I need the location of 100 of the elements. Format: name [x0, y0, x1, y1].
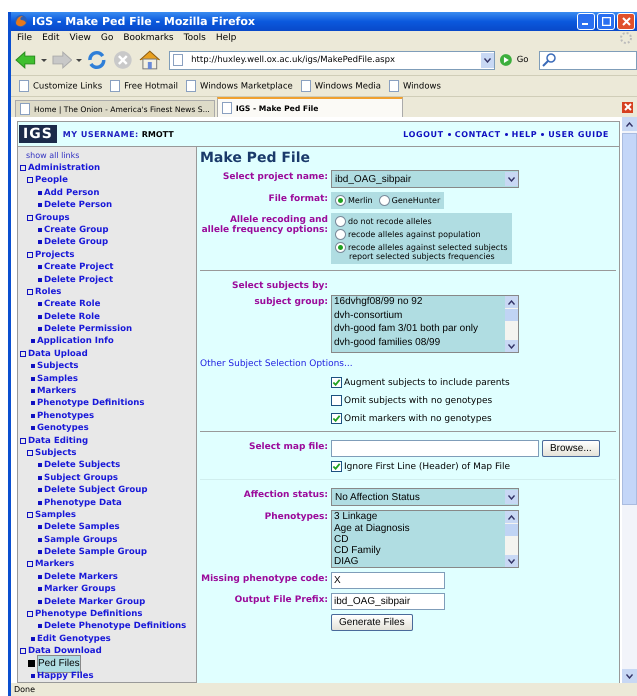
sidebar-item[interactable]: Phenotype Definitions: [35, 609, 143, 620]
sidebar-item[interactable]: Delete Marker Group: [44, 596, 146, 607]
generate-button[interactable]: Generate Files: [331, 614, 413, 632]
chevron-down-icon[interactable]: [508, 558, 515, 564]
menu-item[interactable]: Help: [216, 33, 236, 44]
sidebar-item[interactable]: Delete Subjects: [44, 460, 120, 470]
collapse-icon[interactable]: [27, 214, 33, 221]
sidebar-item[interactable]: Delete Markers: [44, 572, 118, 582]
go-icon[interactable]: [498, 53, 513, 68]
input-field[interactable]: X: [331, 572, 445, 590]
collapse-icon[interactable]: [27, 512, 33, 518]
list-item[interactable]: dvh-good families 08/99: [334, 336, 505, 350]
caret-icon[interactable]: [76, 58, 82, 62]
radio-button[interactable]: [378, 195, 390, 206]
bookmark-link[interactable]: Windows: [388, 80, 441, 92]
sidebar-item[interactable]: Add Person: [44, 188, 100, 198]
phenotypes-list[interactable]: 3 Linkage Age at Diagnosis CD CD Family DIAG: [331, 510, 519, 568]
sidebar-item[interactable]: Groups: [35, 212, 70, 223]
checkbox[interactable]: [331, 413, 342, 424]
bookmark-link[interactable]: Windows Media: [300, 80, 381, 92]
sidebar-item[interactable]: Delete Role: [44, 312, 100, 322]
collapse-icon[interactable]: [20, 350, 26, 357]
sidebar-item[interactable]: Samples: [37, 374, 78, 384]
sidebar-item[interactable]: Ped Files: [37, 654, 81, 673]
sidebar-item[interactable]: Subjects: [37, 361, 79, 372]
sidebar-item[interactable]: Phenotype Data: [44, 498, 122, 508]
sidebar-item[interactable]: Delete Subject Group: [44, 485, 148, 496]
sidebar-item[interactable]: Data Download: [28, 646, 102, 656]
nav-link[interactable]: CONTACT: [454, 130, 501, 139]
address-bar[interactable]: http://huxley.well.ox.ac.uk/igs/MakePedFile.aspx: [169, 50, 495, 70]
sidebar-item[interactable]: Phenotypes: [37, 410, 94, 421]
close-icon[interactable]: [617, 12, 635, 30]
chevron-up-icon[interactable]: [626, 122, 633, 127]
list-item[interactable]: CD: [334, 534, 505, 546]
collapse-icon[interactable]: [27, 252, 33, 258]
sidebar-item[interactable]: Data Upload: [28, 348, 88, 359]
sidebar-item[interactable]: Subjects: [35, 448, 77, 458]
sidebar-item[interactable]: Samples: [35, 510, 76, 520]
sidebar-item[interactable]: Delete Samples: [44, 522, 120, 532]
chevron-down-icon[interactable]: [508, 176, 515, 182]
menu-item[interactable]: Go: [100, 33, 114, 44]
menu-item[interactable]: View: [70, 33, 91, 44]
go-button[interactable]: Go: [516, 55, 529, 66]
home-icon[interactable]: [138, 49, 162, 72]
sidebar-item[interactable]: Delete Sample Group: [44, 547, 147, 558]
sidebar-item[interactable]: Delete Permission: [44, 324, 132, 334]
chevron-down-icon[interactable]: [484, 58, 491, 63]
list-item[interactable]: 3 Linkage: [334, 511, 505, 523]
chevron-down-icon[interactable]: [626, 674, 633, 679]
radio-button[interactable]: [335, 242, 346, 254]
bookmark-link[interactable]: Free Hotmail: [110, 80, 178, 92]
collapse-icon[interactable]: [27, 288, 33, 295]
sidebar-item[interactable]: Create Group: [44, 224, 109, 235]
scrollbar[interactable]: [505, 296, 518, 352]
sidebar-item[interactable]: Subject Groups: [44, 472, 118, 483]
show-all-link[interactable]: show all links: [26, 151, 80, 160]
list-item[interactable]: Age at Diagnosis: [334, 522, 505, 534]
project-dropdown[interactable]: ibd_OAG_sibpair: [331, 170, 519, 188]
chevron-up-icon[interactable]: [508, 300, 515, 305]
back-icon[interactable]: [15, 50, 37, 70]
list-item[interactable]: DIAG: [334, 556, 505, 568]
search-icon[interactable]: [542, 53, 558, 68]
sidebar-item[interactable]: Markers: [35, 559, 74, 570]
menu-item[interactable]: File: [17, 33, 32, 44]
nav-link[interactable]: LOGOUT: [403, 130, 444, 139]
sidebar-item[interactable]: Delete Phenotype Definitions: [44, 621, 186, 632]
sidebar-item[interactable]: Roles: [35, 286, 62, 297]
sidebar-item[interactable]: Create Project: [44, 262, 114, 272]
file-input-field[interactable]: [331, 440, 539, 458]
collapse-icon[interactable]: [20, 648, 26, 654]
checkbox[interactable]: [331, 461, 342, 472]
sidebar-item[interactable]: Marker Groups: [44, 584, 116, 594]
sidebar-item[interactable]: Edit Genotypes: [37, 634, 111, 644]
sidebar-item[interactable]: Delete Person: [44, 200, 112, 210]
sidebar-item[interactable]: Projects: [35, 250, 75, 260]
nav-link[interactable]: HELP: [512, 130, 538, 139]
radio-button[interactable]: [335, 216, 346, 228]
nav-link[interactable]: USER GUIDE: [548, 130, 609, 139]
minimize-icon[interactable]: [577, 12, 595, 30]
radio-button[interactable]: [335, 229, 346, 240]
checkbox[interactable]: [331, 395, 342, 406]
browse-button[interactable]: Browse...: [542, 440, 600, 458]
maximize-icon[interactable]: [597, 12, 615, 30]
sidebar-item[interactable]: Happy Files: [37, 671, 94, 681]
sidebar-item[interactable]: Phenotype Definitions: [37, 398, 145, 408]
sidebar-item[interactable]: Delete Project: [44, 274, 114, 284]
bookmark-link[interactable]: Windows Marketplace: [186, 80, 293, 92]
sidebar-item[interactable]: Data Editing: [28, 436, 88, 446]
list-item[interactable]: 16dvhgf08/99 no 92: [334, 296, 505, 310]
scrollbar[interactable]: [622, 117, 637, 684]
search-field[interactable]: [538, 50, 637, 70]
list-item[interactable]: dvh-consortium: [334, 310, 505, 324]
affection-dropdown[interactable]: No Affection Status: [331, 488, 519, 506]
chevron-down-icon[interactable]: [508, 344, 515, 349]
close-tab-icon[interactable]: [622, 102, 633, 113]
menu-item[interactable]: Edit: [42, 33, 60, 44]
sidebar-item[interactable]: People: [35, 175, 68, 186]
chevron-up-icon[interactable]: [508, 514, 515, 520]
list-item[interactable]: dvh-good fam 3/01 both par only: [334, 323, 505, 337]
subject-group-list[interactable]: 16dvhgf08/99 no 92 dvh-consortium dvh-good fam 3/01 both par only dvh-good families 08/99: [331, 295, 519, 354]
